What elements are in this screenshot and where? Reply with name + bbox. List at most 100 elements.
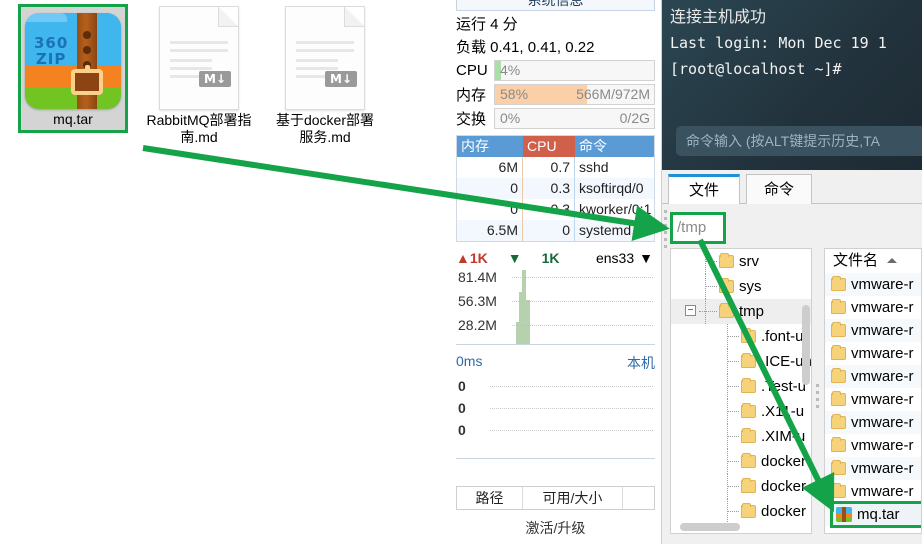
tab-file[interactable]: 文件 — [668, 174, 740, 204]
list-item[interactable]: vmware-r — [825, 319, 921, 342]
tree-vertical-scrollbar[interactable] — [802, 305, 810, 385]
folder-icon — [719, 253, 734, 268]
network-y-label-top: 81.4M — [458, 269, 497, 285]
folder-icon — [831, 299, 846, 314]
column-header-blank[interactable] — [623, 487, 654, 509]
tree-item-docker-1[interactable]: docker — [671, 449, 811, 474]
column-header-avail-size[interactable]: 可用/大小 — [523, 487, 623, 509]
table-row[interactable]: 6M 0.7 sshd — [457, 157, 654, 178]
command-input[interactable]: 命令输入 (按ALT键提示历史,TA — [676, 126, 922, 156]
network-stats-header: ▲ 1K ▼ 1K ens33 ▼ — [456, 250, 655, 266]
activate-upgrade-link[interactable]: 激活/升级 — [450, 518, 661, 538]
latency-scope[interactable]: 本机 — [627, 353, 655, 373]
markdown-file-icon: M↓ — [285, 6, 365, 110]
folder-icon — [831, 345, 846, 360]
cell-cpu: 0 — [523, 220, 575, 241]
tree-item-x11-u[interactable]: .X11-u — [671, 399, 811, 424]
list-item-mq-tar[interactable]: mq.tar — [830, 501, 921, 528]
network-y-label-bottom: 28.2M — [458, 317, 497, 333]
tree-item-test-u[interactable]: .Test-u — [671, 374, 811, 399]
column-header-command[interactable]: 命令 — [575, 136, 654, 157]
memory-meter-label: 内存 — [456, 87, 487, 104]
cell-command: sshd — [579, 159, 609, 175]
desktop-icon-mq-tar[interactable]: 360 ZIP mq.tar — [18, 4, 128, 133]
list-item[interactable]: vmware-r — [825, 273, 921, 296]
list-item[interactable]: vmware-r — [825, 388, 921, 411]
cell-memory: 0 — [457, 199, 523, 220]
list-item[interactable]: vmware-r — [825, 365, 921, 388]
table-row[interactable]: 0 0.3 ksoftirqd/0 — [457, 178, 654, 199]
cell-cpu: 0.3 — [523, 199, 575, 220]
folder-icon — [741, 353, 756, 368]
tree-item-sys[interactable]: sys — [671, 274, 811, 299]
column-header-path[interactable]: 路径 — [457, 487, 523, 509]
cpu-meter: 4% — [494, 60, 655, 81]
download-rate: 1K — [541, 250, 560, 266]
sort-ascending-icon[interactable] — [887, 258, 897, 263]
vertical-splitter-handle[interactable] — [662, 206, 670, 296]
tree-item-ice-un[interactable]: .ICE-un — [671, 349, 811, 374]
chevron-down-icon[interactable]: ▼ — [639, 250, 653, 266]
uptime-text: 运行 4 分 — [456, 16, 518, 33]
tree-item-xim-u[interactable]: .XIM-u — [671, 424, 811, 449]
folder-icon — [831, 437, 846, 452]
tree-item-font-u[interactable]: .font-u — [671, 324, 811, 349]
system-info-button[interactable]: 系统信息 — [456, 0, 655, 11]
tree-item-label: docker — [761, 453, 807, 470]
network-interface-select[interactable]: ens33 — [596, 250, 634, 266]
folder-icon — [831, 322, 846, 337]
latency-y-label-bottom: 0 — [458, 422, 466, 438]
swap-meter-row: 交换 0% 0/2G — [456, 108, 655, 129]
path-input[interactable]: /tmp — [670, 212, 726, 244]
file-name: mq.tar — [857, 506, 900, 523]
network-traffic-graph: 81.4M 56.3M 28.2M — [456, 267, 655, 345]
cpu-meter-row: CPU 4% — [456, 60, 655, 81]
cell-command: kworker/0:1 — [579, 201, 652, 217]
file-name: vmware-r — [851, 299, 914, 316]
desktop-icon-docker-md[interactable]: M↓ 基于docker部署服务.md — [272, 6, 378, 146]
tree-item-docker-3[interactable]: docker — [671, 499, 811, 524]
folder-icon — [741, 478, 756, 493]
pane-splitter-handle[interactable] — [814, 380, 822, 440]
desktop-icon-label: 基于docker部署服务.md — [275, 112, 375, 145]
file-list-header[interactable]: 文件名 — [825, 249, 921, 273]
cell-memory: 6M — [457, 157, 523, 178]
file-name: vmware-r — [851, 322, 914, 339]
tree-item-tmp[interactable]: − tmp — [671, 299, 811, 324]
folder-icon — [719, 303, 734, 318]
column-header-cpu[interactable]: CPU — [523, 136, 575, 157]
file-list[interactable]: 文件名 vmware-r vmware-r vmware-r vmware-r … — [824, 248, 922, 534]
ssh-client-pane: 连接主机成功 Last login: Mon Dec 19 1 [root@lo… — [662, 0, 922, 544]
directory-tree[interactable]: srv sys − tmp .font-u .ICE-un .Test-u .X… — [670, 248, 812, 534]
list-item[interactable]: vmware-r — [825, 411, 921, 434]
file-name: vmware-r — [851, 345, 914, 362]
tree-item-srv[interactable]: srv — [671, 249, 811, 274]
zip-brand-label: ZIP — [35, 50, 67, 68]
list-item[interactable]: vmware-r — [825, 434, 921, 457]
latency-y-label-top: 0 — [458, 378, 466, 394]
tree-item-label: docker — [761, 478, 807, 495]
latency-y-label-mid: 0 — [458, 400, 466, 416]
list-item[interactable]: vmware-r — [825, 296, 921, 319]
tree-item-docker-2[interactable]: docker — [671, 474, 811, 499]
list-item[interactable]: vmware-r — [825, 457, 921, 480]
terminal-output[interactable]: 连接主机成功 Last login: Mon Dec 19 1 [root@lo… — [662, 0, 922, 170]
swap-meter-label: 交换 — [456, 111, 487, 128]
list-item[interactable]: vmware-r — [825, 342, 921, 365]
memory-meter: 58% 566M/972M — [494, 84, 655, 105]
folder-icon — [741, 453, 756, 468]
latency-header: 0ms 本机 — [456, 353, 655, 373]
table-row[interactable]: 0 0.3 kworker/0:1 — [457, 199, 654, 220]
column-header-memory[interactable]: 内存 — [457, 136, 523, 157]
desktop-icon-label: RabbitMQ部署指南.md — [146, 112, 252, 145]
desktop-icon-rabbitmq-md[interactable]: M↓ RabbitMQ部署指南.md — [146, 6, 252, 146]
table-row[interactable]: 6.5M 0 systemd — [457, 220, 654, 241]
tree-horizontal-scrollbar[interactable] — [680, 523, 740, 531]
list-item[interactable]: vmware-r — [825, 480, 921, 503]
download-arrow-icon: ▼ — [507, 250, 522, 266]
desktop-area: 360 ZIP mq.tar M↓ RabbitMQ部署指南.md M↓ 基于d… — [0, 0, 450, 544]
collapse-expander-icon[interactable]: − — [685, 305, 696, 316]
tab-command[interactable]: 命令 — [746, 174, 812, 204]
file-name: vmware-r — [851, 437, 914, 454]
swap-percent: 0% — [500, 110, 521, 126]
